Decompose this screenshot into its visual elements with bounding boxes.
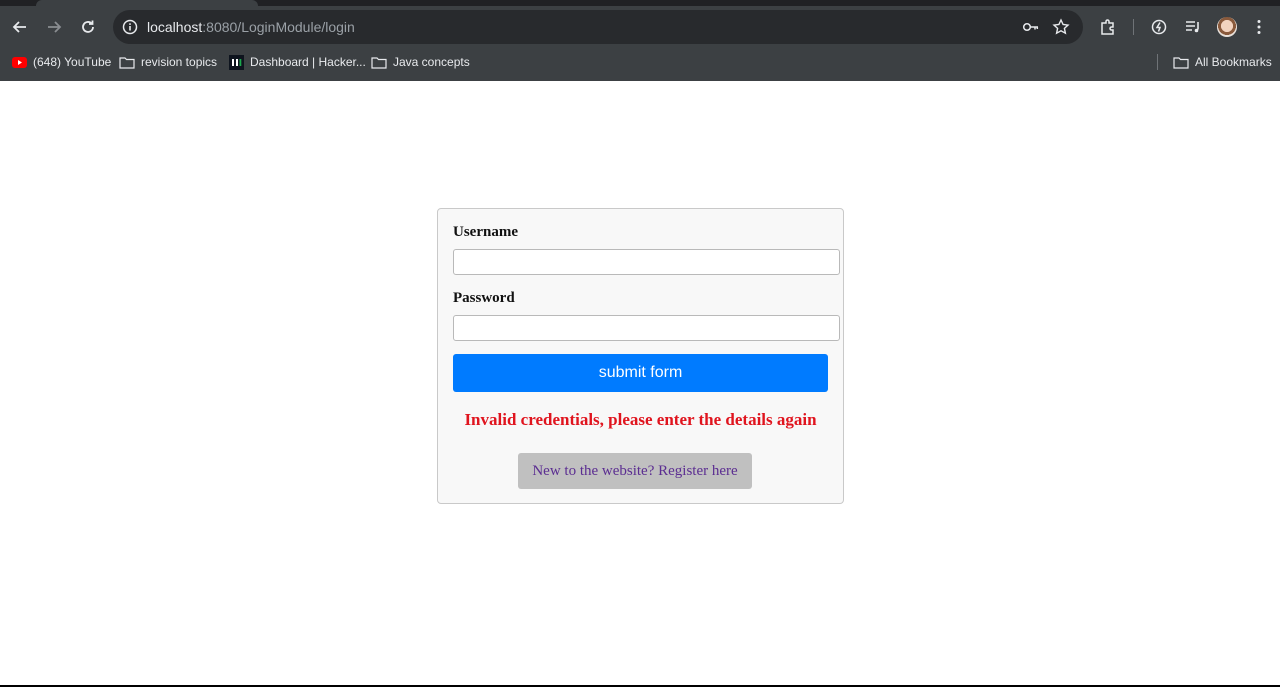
browser-chrome: localhost:8080/LoginModule/login (648) Y…: [0, 0, 1280, 81]
extensions-puzzle-icon[interactable]: [1099, 18, 1117, 36]
hackerrank-icon: [228, 54, 244, 70]
password-key-icon[interactable]: [1022, 18, 1040, 36]
forward-button[interactable]: [38, 11, 70, 43]
all-bookmarks-button[interactable]: All Bookmarks: [1173, 50, 1272, 74]
bookmark-star-icon[interactable]: [1052, 18, 1070, 36]
url-path: :8080/LoginModule/login: [202, 19, 355, 35]
username-label: Username: [453, 224, 518, 240]
bookmarks-bar: (648) YouTube revision topics Dashboard …: [0, 48, 1280, 76]
forward-arrow-icon: [48, 21, 62, 33]
back-arrow-icon: [12, 21, 26, 33]
bookmark-label: (648) YouTube: [33, 55, 112, 69]
reload-button[interactable]: [72, 11, 104, 43]
bookmark-hackerrank-dashboard[interactable]: Dashboard | Hacker...: [228, 50, 366, 74]
folder-icon: [119, 54, 135, 70]
all-bookmarks-label: All Bookmarks: [1195, 55, 1272, 69]
bookmark-revision-topics[interactable]: revision topics: [119, 50, 217, 74]
folder-icon: [371, 54, 387, 70]
bookmark-label: Dashboard | Hacker...: [250, 55, 366, 69]
site-info-icon[interactable]: [121, 18, 139, 36]
address-bar[interactable]: localhost:8080/LoginModule/login: [113, 10, 1083, 44]
password-input[interactable]: [453, 315, 840, 341]
bookmark-youtube[interactable]: (648) YouTube: [11, 50, 111, 74]
url-text[interactable]: localhost:8080/LoginModule/login: [147, 10, 355, 44]
folder-icon: [1173, 54, 1189, 70]
toolbar-separator: [1133, 19, 1134, 35]
more-menu-icon[interactable]: [1250, 18, 1268, 36]
bookmarks-separator: [1157, 54, 1158, 70]
register-link[interactable]: New to the website? Register here: [518, 453, 752, 489]
error-message: Invalid credentials, please enter the de…: [464, 410, 817, 429]
submit-form-button[interactable]: submit form: [453, 354, 828, 392]
bookmark-label: Java concepts: [393, 55, 470, 69]
back-button[interactable]: [4, 11, 36, 43]
password-label: Password: [453, 290, 515, 306]
browser-toolbar: localhost:8080/LoginModule/login: [0, 6, 1280, 48]
performance-icon[interactable]: [1150, 18, 1168, 36]
media-queue-icon[interactable]: [1184, 18, 1202, 36]
youtube-icon: [11, 54, 27, 70]
bookmark-java-concepts[interactable]: Java concepts: [371, 50, 470, 74]
url-host: localhost: [147, 19, 203, 35]
username-input[interactable]: [453, 249, 840, 275]
login-form-card: Username Password submit form Invalid cr…: [437, 208, 844, 504]
reload-icon: [82, 20, 94, 33]
bookmark-label: revision topics: [141, 55, 218, 69]
profile-avatar[interactable]: [1217, 17, 1237, 37]
